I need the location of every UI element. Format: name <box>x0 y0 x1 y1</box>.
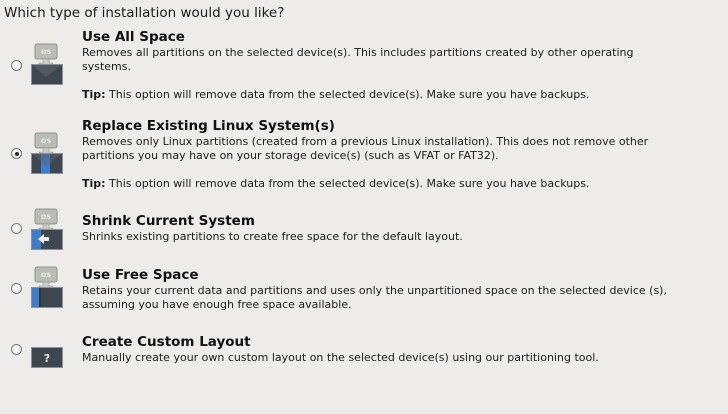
replace-existing-linux-radio[interactable] <box>11 148 22 159</box>
shrink-current-system-title: Shrink Current System <box>82 213 255 229</box>
drive-free-space-icon: OS <box>30 266 64 310</box>
drive-shrink-icon: OS <box>30 208 64 252</box>
create-custom-layout-title: Create Custom Layout <box>82 334 251 350</box>
replace-existing-linux-tip: Tip: This option will remove data from t… <box>82 177 589 190</box>
svg-text:OS: OS <box>41 271 52 279</box>
svg-text:?: ? <box>44 352 50 365</box>
use-all-space-radio[interactable] <box>11 60 22 71</box>
use-free-space-title: Use Free Space <box>82 267 199 283</box>
svg-text:OS: OS <box>41 213 52 221</box>
drive-custom-layout-icon: ? <box>30 326 64 370</box>
tip-label: Tip: <box>82 177 106 190</box>
shrink-current-system-radio[interactable] <box>11 223 22 234</box>
installation-type-page: Which type of installation would you lik… <box>0 0 728 414</box>
use-all-space-description: Removes all partitions on the selected d… <box>82 46 634 73</box>
svg-text:OS: OS <box>41 137 52 145</box>
replace-existing-linux-description: Removes only Linux partitions (created f… <box>82 135 649 162</box>
use-all-space-tip: Tip: This option will remove data from t… <box>82 88 589 101</box>
drive-replace-linux-icon: OS <box>30 132 64 176</box>
use-all-space-title: Use All Space <box>82 29 185 45</box>
use-free-space-radio[interactable] <box>11 283 22 294</box>
tip-text: This option will remove data from the se… <box>109 88 590 101</box>
create-custom-layout-description: Manually create your own custom layout o… <box>82 351 599 364</box>
svg-text:OS: OS <box>41 48 52 56</box>
installation-question: Which type of installation would you lik… <box>4 5 285 21</box>
drive-use-all-space-icon: OS <box>30 43 64 87</box>
tip-text: This option will remove data from the se… <box>109 177 590 190</box>
use-free-space-description: Retains your current data and partitions… <box>82 284 667 311</box>
shrink-current-system-description: Shrinks existing partitions to create fr… <box>82 230 463 243</box>
replace-existing-linux-title: Replace Existing Linux System(s) <box>82 118 335 134</box>
create-custom-layout-radio[interactable] <box>11 344 22 355</box>
tip-label: Tip: <box>82 88 106 101</box>
